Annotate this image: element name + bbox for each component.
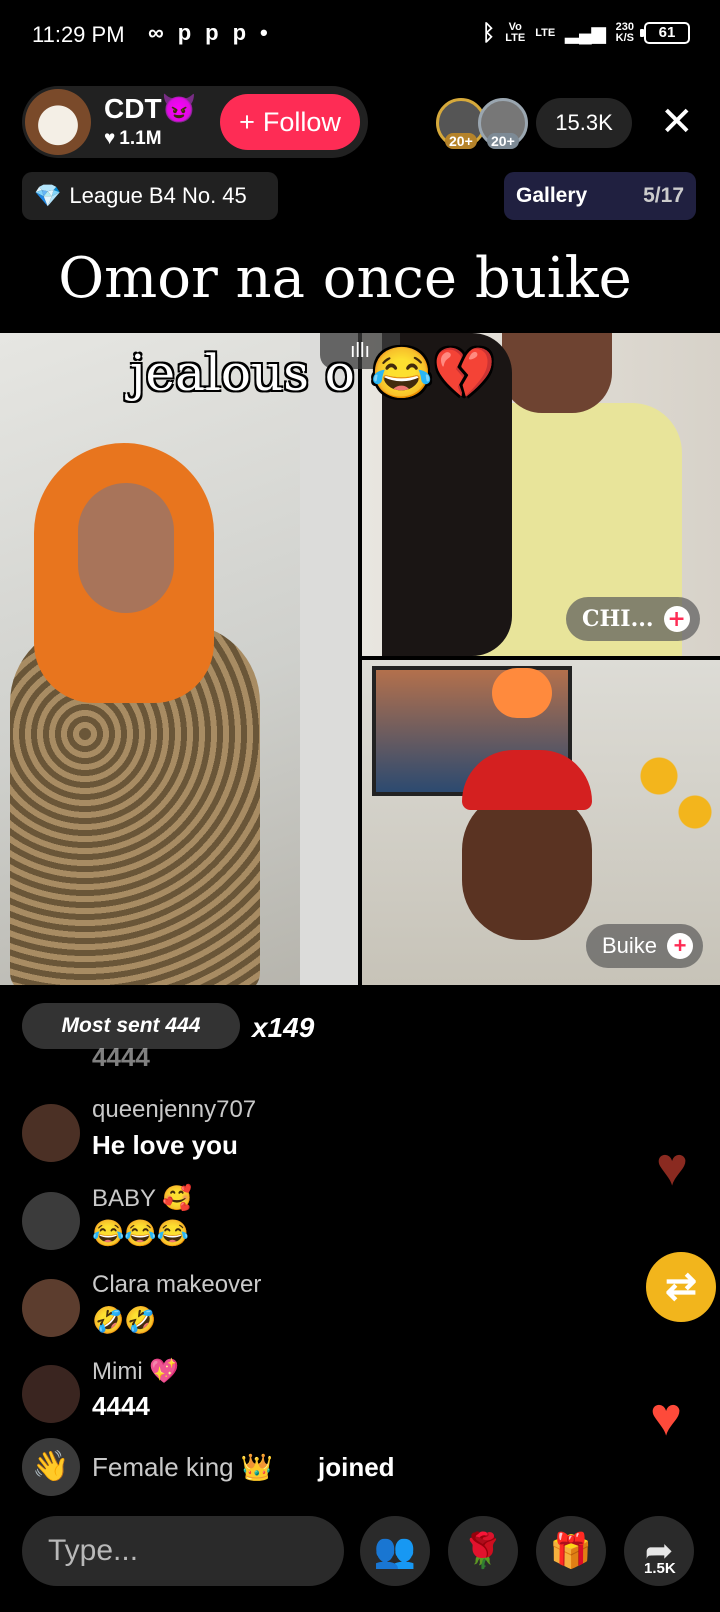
- gift-icon[interactable]: 🎁: [536, 1516, 606, 1586]
- follow-button[interactable]: + Follow: [220, 94, 360, 150]
- comment-message: 4444: [92, 1048, 150, 1072]
- comment-message: He love you: [92, 1130, 238, 1160]
- notif-icon: ∞: [148, 20, 164, 45]
- join-username[interactable]: Female king 👑: [92, 1452, 273, 1483]
- chat-comment[interactable]: BABY 🥰 😂😂😂: [22, 1185, 622, 1264]
- guest-label-buike[interactable]: Buike +: [586, 924, 704, 968]
- host-likes: ♥ 1.1M: [104, 128, 162, 150]
- avatar[interactable]: [22, 1104, 80, 1162]
- guest-name: CHI...: [582, 606, 654, 632]
- faded-comment: 4444: [22, 1048, 322, 1078]
- join-event: 👋 Female king 👑 joined: [22, 1438, 622, 1498]
- chat-comment[interactable]: Mimi 💖 4444: [22, 1358, 622, 1437]
- gallery-button[interactable]: Gallery 5/17: [504, 172, 696, 220]
- notif-icon: p: [205, 20, 219, 45]
- comment-message: 🤣🤣: [92, 1305, 157, 1335]
- gallery-count: 5/17: [643, 184, 684, 207]
- lte-indicator: LTE: [535, 26, 556, 39]
- follow-plus-icon[interactable]: +: [663, 606, 690, 632]
- fan-club-badge[interactable]: [492, 668, 552, 718]
- host-likes-count: 1.1M: [119, 128, 162, 149]
- avatar[interactable]: [22, 1192, 80, 1250]
- plus-icon: +: [239, 106, 255, 137]
- signal-icon: ▂▄▆: [565, 22, 606, 43]
- floating-heart-icon: ♥: [650, 1387, 683, 1447]
- share-count: 1.5K: [644, 1560, 676, 1577]
- comment-input[interactable]: Type...: [22, 1516, 344, 1586]
- follow-plus-icon[interactable]: +: [667, 933, 694, 959]
- most-sent-banner: Most sent 444: [22, 1003, 240, 1049]
- repost-icon[interactable]: ⇄: [646, 1252, 716, 1322]
- close-icon[interactable]: ✕: [660, 100, 694, 144]
- top-viewer-avatar[interactable]: 20+: [478, 98, 528, 149]
- heart-icon: ♥: [104, 128, 116, 149]
- comment-message: 4444: [92, 1391, 150, 1421]
- league-label: League B4 No. 45: [69, 183, 247, 208]
- notif-icon: •: [260, 20, 268, 45]
- system-icons: ᛒ Vo LTE LTE ▂▄▆ 230 K/S 61: [482, 20, 690, 46]
- stream-caption: Omor na once buike: [58, 246, 632, 311]
- follow-label: Follow: [262, 106, 341, 137]
- background-door: [300, 333, 358, 985]
- comment-username[interactable]: Mimi 💖: [92, 1357, 179, 1386]
- multi-guest-icon[interactable]: 👥: [360, 1516, 430, 1586]
- comment-username[interactable]: queenjenny707: [92, 1096, 256, 1124]
- network-speed: 230 K/S: [615, 21, 634, 44]
- host-figure-face: [78, 483, 174, 613]
- chat-comment[interactable]: Clara makeover 🤣🤣: [22, 1271, 622, 1351]
- chat-comment[interactable]: queenjenny707 He love you: [22, 1096, 622, 1176]
- video-overlay-text: jealous o 😂💔: [130, 344, 496, 402]
- battery-icon: 61: [640, 22, 690, 44]
- main-video[interactable]: [0, 333, 358, 985]
- gift-multiplier: x149: [252, 1012, 315, 1043]
- floating-heart-icon: ♥: [656, 1137, 689, 1197]
- notif-icon: p: [177, 20, 192, 45]
- guest-figure-neck: [502, 333, 612, 413]
- avatar[interactable]: [22, 1365, 80, 1423]
- host-info[interactable]: CDT😈 ♥ 1.1M + Follow: [22, 86, 368, 158]
- diamond-icon: 💎: [34, 183, 62, 208]
- status-time: 11:29 PM: [32, 22, 125, 47]
- viewer-badge: 20+: [445, 133, 477, 149]
- host-avatar[interactable]: [25, 89, 91, 155]
- bluetooth-icon: ᛒ: [482, 20, 496, 45]
- guest-figure-face: [462, 790, 592, 940]
- comment-username[interactable]: BABY 🥰: [92, 1184, 192, 1213]
- wave-icon[interactable]: 👋: [22, 1438, 80, 1496]
- join-action: joined: [318, 1452, 395, 1482]
- guest-label-chi[interactable]: CHI... +: [566, 597, 700, 641]
- comment-message: 😂😂😂: [92, 1218, 190, 1248]
- comment-username[interactable]: Clara makeover: [92, 1271, 261, 1299]
- background-flowers: [632, 740, 720, 860]
- share-button[interactable]: ➦ 1.5K: [624, 1516, 694, 1586]
- status-bar: 11:29 PM ∞ p p p • ᛒ Vo LTE LTE ▂▄▆ 230 K/…: [0, 0, 720, 72]
- guest-name: Buike: [602, 933, 658, 958]
- host-name: CDT😈: [104, 93, 197, 124]
- notif-icon: p: [232, 20, 247, 45]
- notification-icons: ∞ p p p •: [148, 20, 268, 46]
- viewer-count[interactable]: 15.3K: [536, 98, 632, 148]
- avatar[interactable]: [22, 1279, 80, 1337]
- viewer-badge: 20+: [487, 133, 519, 149]
- gallery-label: Gallery: [516, 184, 588, 207]
- league-badge[interactable]: 💎 League B4 No. 45: [22, 172, 278, 220]
- volte-indicator: Vo LTE: [505, 21, 526, 44]
- rose-gift-icon[interactable]: 🌹: [448, 1516, 518, 1586]
